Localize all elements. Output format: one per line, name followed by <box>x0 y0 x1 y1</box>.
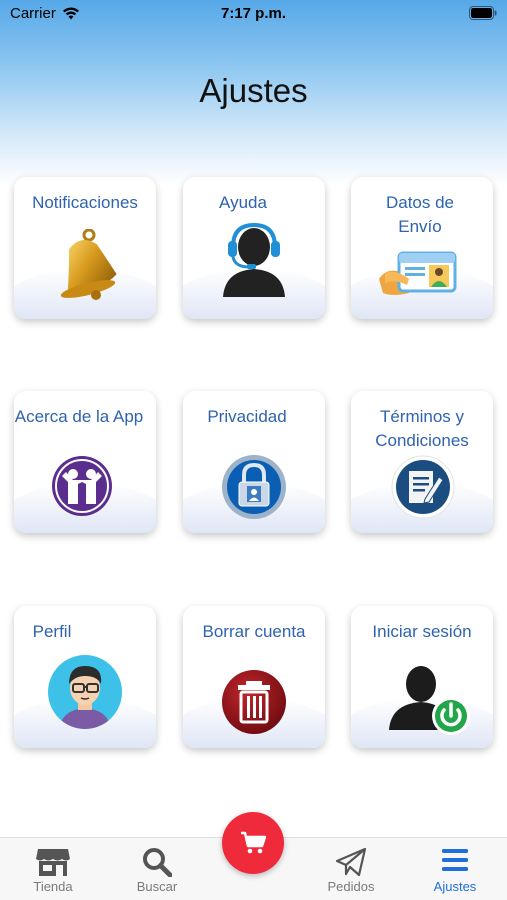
card-acerca-app[interactable]: Acerca de la App <box>14 391 156 533</box>
search-icon <box>143 848 172 877</box>
card-terminos[interactable]: Términos y Condiciones <box>351 391 493 533</box>
paper-plane-icon <box>335 847 367 877</box>
document-icon <box>391 455 455 519</box>
card-privacidad[interactable]: Privacidad <box>183 391 325 533</box>
tab-label: Pedidos <box>327 879 375 894</box>
lock-icon <box>222 455 286 519</box>
status-bar: Carrier 7:17 p.m. <box>0 0 507 28</box>
card-label: Notificaciones <box>32 193 138 212</box>
card-label: Iniciar sesión <box>372 622 472 641</box>
tab-label: Tienda <box>33 879 73 894</box>
card-label: Privacidad <box>207 407 287 426</box>
bell-icon <box>60 229 117 300</box>
cart-icon <box>241 831 266 854</box>
tab-tienda[interactable]: Tienda <box>3 838 103 900</box>
status-time: 7:17 p.m. <box>220 5 287 22</box>
card-ayuda[interactable]: Ayuda <box>183 177 325 319</box>
card-iniciar-sesion[interactable]: Iniciar sesión <box>351 606 493 748</box>
store-icon <box>36 849 70 876</box>
page-title: Ajustes <box>199 72 308 109</box>
card-label: Acerca de la App <box>14 407 144 426</box>
card-notificaciones[interactable]: Notificaciones <box>14 177 156 319</box>
id-card-icon <box>379 251 457 295</box>
card-label: Datos de Envío <box>385 193 455 236</box>
support-agent-icon <box>223 222 285 297</box>
trash-icon <box>222 670 286 734</box>
card-borrar-cuenta[interactable]: Borrar cuenta <box>183 606 325 748</box>
card-datos-envio[interactable]: Datos de Envío <box>351 177 493 319</box>
card-label: Borrar cuenta <box>202 622 306 641</box>
card-label: Perfil <box>32 622 72 641</box>
card-label: Ayuda <box>219 193 267 212</box>
cart-button[interactable] <box>222 812 284 874</box>
card-perfil[interactable]: Perfil <box>14 606 156 748</box>
tab-ajustes[interactable]: Ajustes <box>405 838 505 900</box>
tab-pedidos[interactable]: Pedidos <box>301 838 401 900</box>
tab-buscar[interactable]: Buscar <box>107 838 207 900</box>
tab-label: Ajustes <box>433 879 477 894</box>
card-label: Términos y Condiciones <box>375 407 469 450</box>
menu-icon <box>442 849 468 871</box>
about-people-icon <box>52 456 112 516</box>
tab-label: Buscar <box>136 879 178 894</box>
login-power-icon <box>389 666 470 735</box>
profile-avatar-icon <box>48 655 122 729</box>
battery-icon <box>469 6 497 24</box>
